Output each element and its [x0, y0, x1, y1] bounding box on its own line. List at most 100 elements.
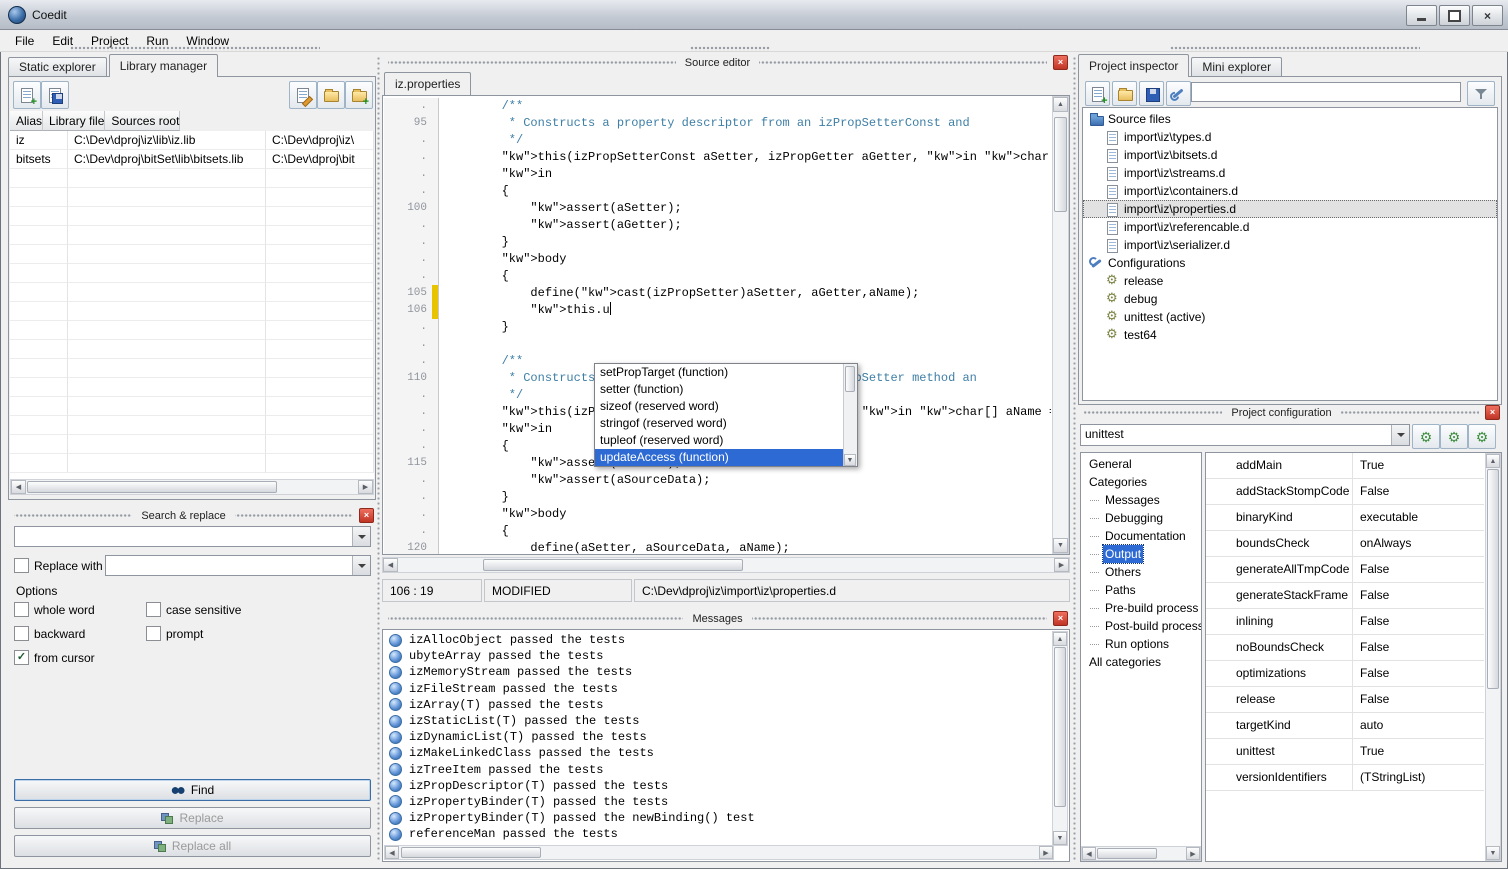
- library-row[interactable]: bitsets C:\Dev\dproj\bitSet\lib\bitsets.…: [10, 150, 374, 169]
- tab[interactable]: Static explorer: [8, 57, 107, 77]
- save-library-list-button[interactable]: [41, 81, 69, 109]
- vertical-splitter[interactable]: [1072, 56, 1077, 861]
- library-row[interactable]: [10, 283, 374, 302]
- menu-item[interactable]: File: [6, 31, 43, 51]
- category-item[interactable]: Messages: [1081, 491, 1201, 509]
- code-line[interactable]: 95 * Constructs a property descriptor fr…: [384, 115, 1051, 132]
- completion-item[interactable]: sizeof (reserved word): [595, 398, 844, 415]
- tree-item[interactable]: import\iz\bitsets.d: [1083, 146, 1497, 164]
- scroll-down-arrow[interactable]: [1053, 538, 1068, 553]
- tab[interactable]: Mini explorer: [1191, 57, 1282, 77]
- completion-item[interactable]: setPropTarget (function): [595, 364, 844, 381]
- remove-configuration-button[interactable]: ⚙: [1440, 424, 1468, 449]
- dock-grip[interactable]: [690, 46, 770, 51]
- option-checkbox[interactable]: ✓ from cursor: [14, 649, 146, 666]
- category-item[interactable]: All categories: [1081, 653, 1201, 671]
- code-line[interactable]: . {: [384, 268, 1051, 285]
- code-line[interactable]: 100 "kw">assert(aSetter);: [384, 200, 1051, 217]
- tree-item[interactable]: import\iz\referencable.d: [1083, 218, 1497, 236]
- project-configuration-grip[interactable]: Project configuration ×: [1078, 405, 1502, 420]
- scroll-down-arrow[interactable]: [1486, 846, 1500, 860]
- library-row[interactable]: iz C:\Dev\dproj\iz\lib\iz.lib C:\Dev\dpr…: [10, 131, 374, 150]
- configuration-dropdown[interactable]: unittest: [1080, 424, 1410, 446]
- scroll-thumb[interactable]: [1487, 469, 1499, 689]
- library-row[interactable]: [10, 359, 374, 378]
- property-row[interactable]: binaryKind executable: [1206, 505, 1484, 531]
- library-row[interactable]: [10, 264, 374, 283]
- code-line[interactable]: 105 define("kw">cast(izPropSetter)aSette…: [384, 285, 1051, 302]
- tree-item[interactable]: unittest (active): [1083, 308, 1497, 326]
- property-value[interactable]: auto: [1353, 713, 1383, 738]
- save-file-button[interactable]: [1139, 81, 1164, 106]
- property-value[interactable]: False: [1353, 557, 1389, 582]
- dock-grip[interactable]: [70, 46, 320, 51]
- editor-tab[interactable]: iz.properties: [384, 72, 471, 95]
- category-item[interactable]: Pre-build process: [1081, 599, 1201, 617]
- scroll-right-arrow[interactable]: [358, 480, 373, 494]
- library-row[interactable]: [10, 340, 374, 359]
- category-item[interactable]: Categories: [1081, 473, 1201, 491]
- code-line[interactable]: . */: [384, 132, 1051, 149]
- scroll-right-arrow[interactable]: [1039, 846, 1053, 859]
- dropdown-arrow-icon[interactable]: [352, 556, 370, 575]
- code-editor[interactable]: . /** 95 * Constructs a property descrip…: [382, 95, 1070, 555]
- property-value[interactable]: executable: [1353, 505, 1418, 530]
- categories-hscrollbar[interactable]: [1081, 846, 1201, 861]
- tools-button[interactable]: [1166, 81, 1191, 106]
- add-configuration-button[interactable]: ⚙: [1412, 424, 1440, 449]
- tree-item[interactable]: import\iz\types.d: [1083, 128, 1497, 146]
- completion-item[interactable]: tupleof (reserved word): [595, 432, 844, 449]
- scroll-down-arrow[interactable]: [1053, 831, 1067, 845]
- completion-item[interactable]: updateAccess (function): [595, 449, 844, 466]
- property-row[interactable]: release False: [1206, 687, 1484, 713]
- code-line[interactable]: . "kw">body: [384, 506, 1051, 523]
- tab[interactable]: Project inspector: [1078, 54, 1189, 77]
- option-checkbox[interactable]: ✓ whole word: [14, 601, 146, 618]
- add-library-button[interactable]: +: [13, 81, 41, 109]
- scroll-up-arrow[interactable]: [1053, 632, 1067, 646]
- completion-item[interactable]: stringof (reserved word): [595, 415, 844, 432]
- search-term-value[interactable]: [15, 527, 352, 546]
- new-file-button[interactable]: +: [1085, 81, 1110, 106]
- edit-library-button[interactable]: [289, 81, 317, 109]
- code-line[interactable]: . "kw">assert(aSourceData);: [384, 472, 1051, 489]
- code-line[interactable]: . }: [384, 234, 1051, 251]
- scroll-thumb[interactable]: [1054, 647, 1066, 807]
- library-row[interactable]: [10, 454, 374, 473]
- scroll-thumb[interactable]: [401, 847, 541, 858]
- inspector-filter-input[interactable]: [1191, 82, 1461, 102]
- property-value[interactable]: False: [1353, 687, 1389, 712]
- library-row[interactable]: [10, 378, 374, 397]
- property-grid-vscrollbar[interactable]: [1485, 453, 1501, 861]
- message-row[interactable]: izFileStream passed the tests: [385, 681, 1051, 697]
- replace-term-dropdown[interactable]: [105, 555, 371, 576]
- library-row[interactable]: [10, 435, 374, 454]
- clone-configuration-button[interactable]: ⚙: [1468, 424, 1496, 449]
- property-value[interactable]: False: [1353, 661, 1389, 686]
- tree-item[interactable]: import\iz\properties.d: [1083, 200, 1497, 218]
- library-row[interactable]: [10, 226, 374, 245]
- tree-item[interactable]: import\iz\containers.d: [1083, 182, 1497, 200]
- messages-vscrollbar[interactable]: [1052, 631, 1068, 846]
- property-value[interactable]: False: [1353, 635, 1389, 660]
- property-value[interactable]: False: [1353, 479, 1389, 504]
- property-row[interactable]: generateStackFrame False: [1206, 583, 1484, 609]
- property-value[interactable]: True: [1353, 739, 1384, 764]
- message-row[interactable]: izPropertyBinder(T) passed the tests: [385, 794, 1051, 810]
- code-line[interactable]: . "kw">body: [384, 251, 1051, 268]
- tree-item[interactable]: Configurations: [1083, 254, 1497, 272]
- replace-button[interactable]: Replace: [14, 807, 371, 829]
- property-row[interactable]: inlining False: [1206, 609, 1484, 635]
- replace-with-checkbox[interactable]: ✓ Replace with: [14, 557, 103, 574]
- library-row[interactable]: [10, 397, 374, 416]
- code-line[interactable]: .: [384, 336, 1051, 353]
- message-row[interactable]: izTreeItem passed the tests: [385, 762, 1051, 778]
- code-line[interactable]: . {: [384, 183, 1051, 200]
- column-header[interactable]: Sources root: [105, 111, 180, 131]
- find-button[interactable]: Find: [14, 779, 371, 801]
- option-checkbox[interactable]: ✓ backward: [14, 625, 146, 642]
- category-item[interactable]: Post-build process: [1081, 617, 1201, 635]
- code-line[interactable]: . /**: [384, 98, 1051, 115]
- tree-item[interactable]: import\iz\serializer.d: [1083, 236, 1497, 254]
- category-item[interactable]: General: [1081, 455, 1201, 473]
